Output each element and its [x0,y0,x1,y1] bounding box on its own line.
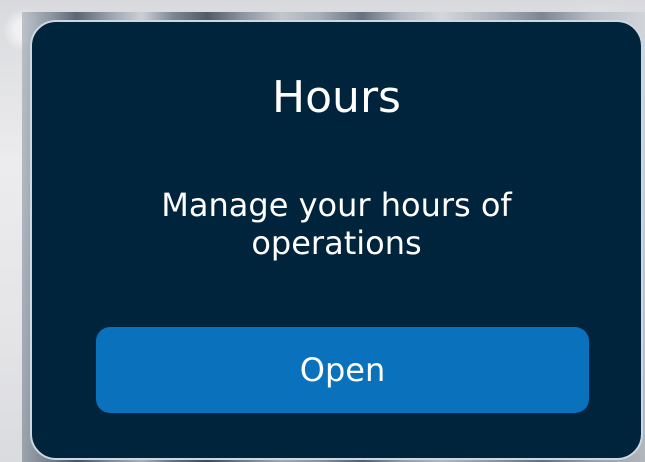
hours-card: Hours Manage your hours of operations Op… [30,20,643,460]
card-title: Hours [272,72,401,123]
open-button[interactable]: Open [96,327,589,413]
card-description: Manage your hours of operations [161,186,512,262]
